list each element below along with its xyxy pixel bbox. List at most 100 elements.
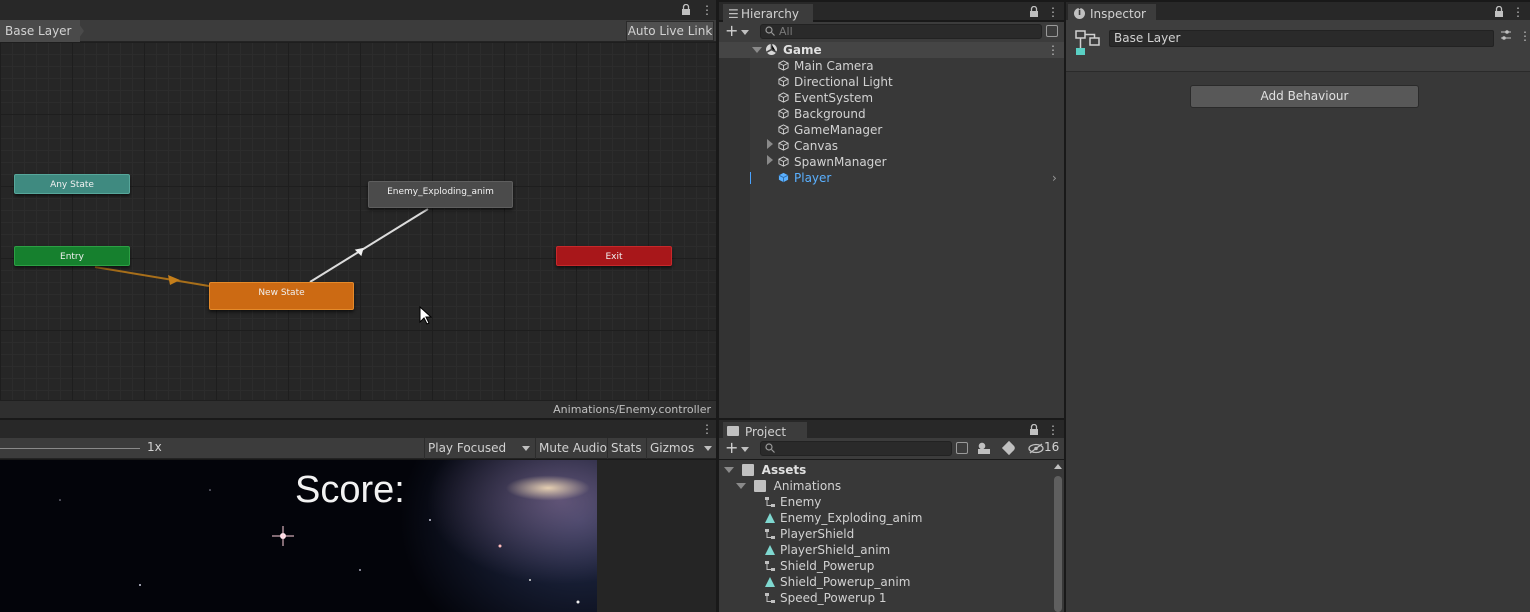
scroll-thumb[interactable] bbox=[1054, 476, 1062, 612]
game-header: ⋮ bbox=[0, 420, 716, 438]
hidden-eye-icon[interactable] bbox=[1028, 443, 1044, 457]
search-icon bbox=[765, 26, 775, 39]
asset-item[interactable]: PlayerShield bbox=[764, 526, 854, 542]
project-scrollbar[interactable] bbox=[1053, 462, 1063, 612]
inspector-header: i Inspector ⋮ bbox=[1066, 0, 1530, 24]
asset-item[interactable]: Enemy bbox=[764, 494, 821, 510]
chevron-down-icon bbox=[522, 446, 530, 451]
hierarchy-item[interactable]: Main Camera bbox=[719, 58, 1064, 74]
animator-controller-icon bbox=[765, 593, 775, 603]
scale-slider-track[interactable] bbox=[0, 448, 140, 449]
state-transition-arrow bbox=[354, 247, 364, 257]
state-transition bbox=[309, 208, 429, 283]
state-exit[interactable]: Exit bbox=[556, 246, 672, 266]
expand-arrow-icon[interactable] bbox=[767, 155, 773, 165]
auto-live-link-button[interactable]: Auto Live Link bbox=[626, 21, 714, 41]
gameobject-cube-icon bbox=[778, 108, 789, 119]
unity-scene-icon bbox=[765, 43, 778, 59]
layer-name-field[interactable]: Base Layer bbox=[1109, 30, 1494, 47]
hierarchy-item[interactable]: EventSystem bbox=[719, 90, 1064, 106]
state-machine-icon bbox=[1074, 29, 1102, 60]
chevron-down-icon[interactable] bbox=[741, 30, 749, 35]
inspector-tab-label: Inspector bbox=[1090, 7, 1146, 21]
lock-icon[interactable] bbox=[1029, 423, 1039, 438]
preset-settings-icon[interactable] bbox=[1500, 29, 1512, 44]
hierarchy-item-player[interactable]: Player › bbox=[719, 170, 1064, 186]
hierarchy-search-input[interactable]: All bbox=[760, 24, 1042, 39]
project-tab-label: Project bbox=[745, 425, 787, 439]
hierarchy-item[interactable]: SpawnManager bbox=[719, 154, 1064, 170]
asset-item[interactable]: Speed_Powerup 1 bbox=[764, 590, 887, 606]
state-any-state[interactable]: Any State bbox=[14, 174, 130, 194]
folder-animations[interactable]: Animations bbox=[736, 478, 841, 494]
folder-open-icon bbox=[741, 464, 754, 476]
search-icon bbox=[765, 443, 775, 456]
animator-graph[interactable]: Any State Entry Enemy_Exploding_anim New… bbox=[0, 42, 716, 400]
breadcrumb-arrow bbox=[76, 20, 84, 42]
hierarchy-tab-label: Hierarchy bbox=[741, 7, 800, 21]
hierarchy-header: ☰ Hierarchy ⋮ bbox=[719, 0, 1064, 24]
gizmos-label: Gizmos bbox=[650, 441, 695, 455]
more-options-icon[interactable]: ⋮ bbox=[701, 4, 713, 16]
gizmos-dropdown[interactable]: Gizmos bbox=[646, 438, 716, 459]
add-icon[interactable]: + bbox=[725, 439, 738, 457]
chevron-right-icon[interactable]: › bbox=[1052, 170, 1057, 186]
state-new-state[interactable]: New State bbox=[209, 282, 354, 310]
asset-item[interactable]: Shield_Powerup bbox=[764, 558, 874, 574]
search-options-icon[interactable] bbox=[956, 442, 968, 454]
hierarchy-item[interactable]: Canvas bbox=[719, 138, 1064, 154]
folder-assets[interactable]: Assets bbox=[724, 462, 806, 478]
asset-item[interactable]: Enemy_Exploding_anim bbox=[764, 510, 923, 526]
more-options-icon[interactable]: ⋮ bbox=[1519, 30, 1530, 42]
more-options-icon[interactable]: ⋮ bbox=[701, 423, 713, 435]
expand-arrow-icon[interactable] bbox=[724, 467, 734, 473]
expand-arrow-icon[interactable] bbox=[767, 139, 773, 149]
lock-icon[interactable] bbox=[1494, 5, 1504, 20]
chevron-down-icon bbox=[704, 446, 712, 451]
play-focused-dropdown[interactable]: Play Focused bbox=[424, 438, 534, 459]
scroll-up-icon[interactable] bbox=[1054, 464, 1062, 469]
label-tag-icon[interactable] bbox=[1001, 440, 1017, 456]
hierarchy-item[interactable]: Directional Light bbox=[719, 74, 1064, 90]
filter-type-icon[interactable] bbox=[978, 442, 990, 454]
add-icon[interactable]: + bbox=[725, 22, 738, 40]
lock-icon[interactable] bbox=[1029, 5, 1039, 20]
state-entry[interactable]: Entry bbox=[14, 246, 130, 266]
animator-toolbar bbox=[0, 20, 716, 42]
hierarchy-item[interactable]: GameManager bbox=[719, 122, 1064, 138]
state-enemy-exploding[interactable]: Enemy_Exploding_anim bbox=[368, 181, 513, 208]
animation-clip-icon bbox=[765, 577, 775, 587]
animator-controller-icon bbox=[765, 561, 775, 571]
project-list: Assets Animations Enemy Enemy_Exploding_… bbox=[719, 460, 1064, 612]
gameobject-cube-icon bbox=[778, 140, 789, 151]
expand-arrow-icon[interactable] bbox=[752, 47, 762, 53]
scene-row[interactable]: Game ⋮ bbox=[719, 42, 1064, 58]
game-viewport[interactable]: Score: bbox=[0, 460, 597, 612]
selection-marker bbox=[750, 172, 751, 184]
more-options-icon[interactable]: ⋮ bbox=[1512, 6, 1524, 18]
more-options-icon[interactable]: ⋮ bbox=[1047, 424, 1059, 436]
more-options-icon[interactable]: ⋮ bbox=[1047, 44, 1059, 56]
stats-button[interactable]: Stats bbox=[607, 438, 645, 459]
asset-item[interactable]: Shield_Powerup_anim bbox=[764, 574, 910, 590]
hierarchy-item[interactable]: Background bbox=[719, 106, 1064, 122]
prefab-cube-icon bbox=[778, 172, 789, 183]
project-toolbar: + 16 bbox=[719, 438, 1064, 459]
layer-breadcrumb[interactable]: Base Layer bbox=[0, 20, 80, 42]
inspector-body bbox=[1066, 20, 1530, 612]
gameobject-cube-icon bbox=[778, 60, 789, 71]
expand-arrow-icon[interactable] bbox=[736, 483, 746, 489]
more-options-icon[interactable]: ⋮ bbox=[1047, 6, 1059, 18]
asset-item[interactable]: PlayerShield_anim bbox=[764, 542, 890, 558]
lock-icon[interactable] bbox=[681, 3, 691, 17]
animation-clip-icon bbox=[765, 513, 775, 523]
mute-audio-button[interactable]: Mute Audio bbox=[535, 438, 610, 459]
gameobject-cube-icon bbox=[778, 76, 789, 87]
add-behaviour-button[interactable]: Add Behaviour bbox=[1190, 85, 1419, 108]
animator-header: ⋮ bbox=[0, 0, 716, 20]
folder-icon bbox=[727, 426, 739, 436]
scene-name: Game bbox=[783, 43, 822, 57]
project-search-input[interactable] bbox=[760, 441, 952, 456]
chevron-down-icon[interactable] bbox=[741, 447, 749, 452]
search-options-icon[interactable] bbox=[1046, 25, 1058, 37]
